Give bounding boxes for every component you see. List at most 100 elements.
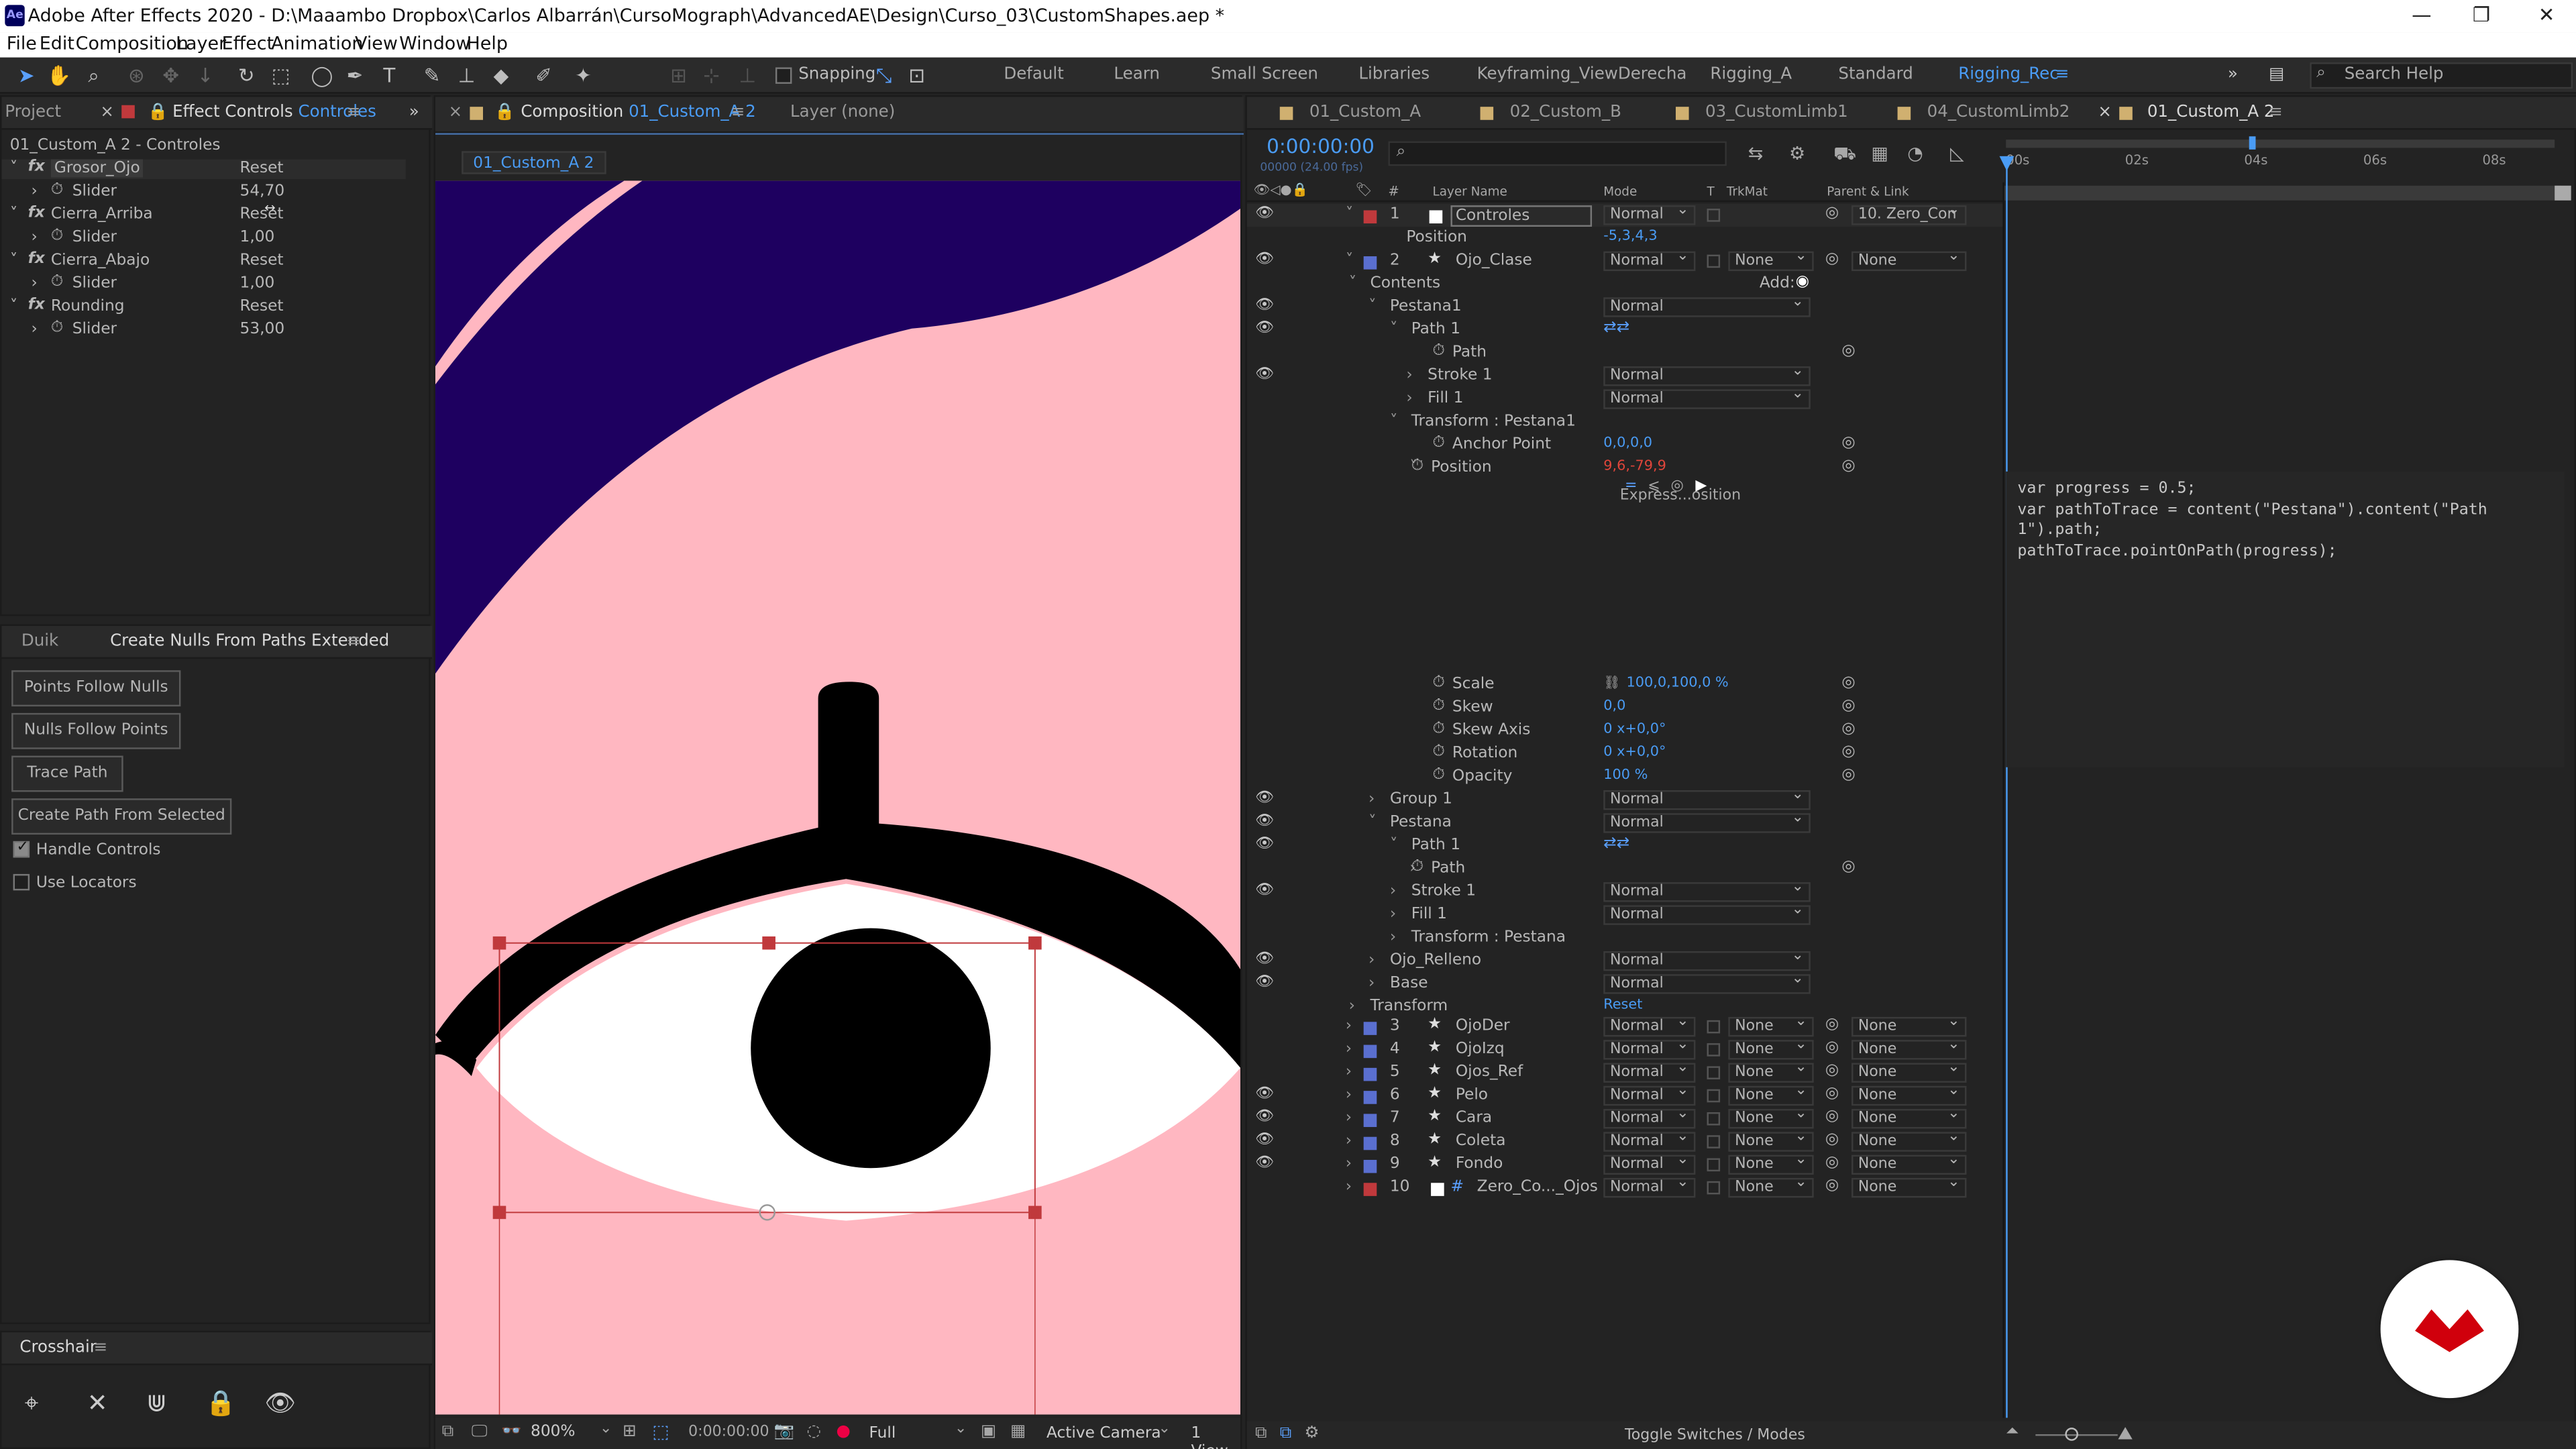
- blend-mode-dropdown[interactable]: Normal: [1603, 386, 1811, 409]
- handle-tr[interactable]: [1028, 936, 1042, 950]
- parent-pickwhip-icon[interactable]: ◎: [1825, 1176, 1839, 1194]
- stopwatch-icon[interactable]: ⏱: [1411, 857, 1424, 875]
- parent-dropdown[interactable]: None: [1851, 1106, 1967, 1129]
- effect-name[interactable]: Cierra_Abajo: [51, 252, 150, 270]
- menu-window[interactable]: Window: [399, 33, 470, 54]
- stopwatch-icon[interactable]: ⏱: [1433, 765, 1445, 784]
- property-value[interactable]: 0 x+0,0°: [1603, 721, 1666, 737]
- menu-effect[interactable]: Effect: [222, 33, 274, 54]
- layer-mode-dropdown[interactable]: Normal: [1603, 1128, 1696, 1152]
- property-value[interactable]: 9,6,-79,9: [1603, 458, 1666, 474]
- track-matte-dropdown[interactable]: None: [1728, 1175, 1814, 1198]
- layer-label-color[interactable]: [1363, 1091, 1377, 1104]
- toggle-switches-modes-button[interactable]: Toggle Switches / Modes: [1625, 1428, 1805, 1444]
- property-pickwhip-icon[interactable]: ◎: [1841, 743, 1855, 761]
- align-icon[interactable]: ⊞: [665, 62, 692, 89]
- type-tool-icon[interactable]: T: [376, 62, 402, 89]
- layer-switches-icon[interactable]: ⧉: [1255, 1424, 1267, 1442]
- preserve-transparency-toggle[interactable]: [1707, 1135, 1721, 1148]
- track-matte-dropdown[interactable]: None: [1728, 1014, 1814, 1037]
- lock-icon[interactable]: 🔒: [148, 103, 168, 121]
- layer-name-column[interactable]: Layer Name: [1433, 184, 1507, 199]
- property-expand-icon[interactable]: ˅: [1390, 413, 1398, 431]
- render-time-icon[interactable]: ⚙: [1305, 1424, 1320, 1442]
- tab-duik[interactable]: Duik: [21, 633, 58, 651]
- clone-stamp-tool-icon[interactable]: ⊥: [453, 62, 480, 89]
- crosshair-lock-icon[interactable]: 🔒: [205, 1388, 236, 1417]
- eraser-tool-icon[interactable]: ◆: [488, 62, 514, 89]
- close-timeline-tab-icon[interactable]: ×: [2098, 103, 2112, 121]
- layer-name[interactable]: Ojo_Clase: [1456, 252, 1532, 270]
- menu-edit[interactable]: Edit: [40, 33, 74, 54]
- close-tab-icon[interactable]: ×: [100, 103, 114, 121]
- stopwatch-icon[interactable]: ⏱: [1433, 341, 1445, 360]
- layer-name[interactable]: Pelo: [1456, 1086, 1488, 1104]
- visibility-eye-icon[interactable]: 👁: [1255, 882, 1274, 898]
- tab-composition[interactable]: Composition 01_Custom_A 2: [521, 103, 755, 121]
- pan-tool-icon[interactable]: ✥: [158, 62, 184, 89]
- property-value[interactable]: 0,0: [1603, 698, 1625, 714]
- layer-mode-dropdown[interactable]: Normal: [1603, 1060, 1696, 1083]
- tab-comp-active[interactable]: 01_Custom_A 2: [2147, 103, 2275, 121]
- visibility-eye-icon[interactable]: 👁: [1255, 321, 1274, 337]
- property-expand-icon[interactable]: ›: [1368, 790, 1375, 808]
- parent-pickwhip-icon[interactable]: ◎: [1825, 1084, 1839, 1102]
- property-value[interactable]: 0,0,0,0: [1603, 435, 1652, 451]
- comp-breadcrumb[interactable]: 01_Custom_A 2: [462, 151, 606, 174]
- pen-tool-icon[interactable]: ✒: [341, 62, 368, 89]
- fx-icon[interactable]: fx: [28, 158, 45, 176]
- distribute-icon[interactable]: ⊹: [698, 62, 724, 89]
- zoom-dropdown-icon[interactable]: ⌄: [600, 1421, 612, 1437]
- layer-name[interactable]: Cara: [1456, 1109, 1492, 1127]
- resolution-dropdown-icon[interactable]: ⌄: [955, 1421, 967, 1437]
- show-snapshot-icon[interactable]: ◌: [806, 1423, 820, 1441]
- monitor-icon[interactable]: 🖵: [472, 1423, 488, 1441]
- workspace-standard[interactable]: Standard: [1838, 66, 1913, 84]
- stopwatch-icon[interactable]: ⏱: [51, 273, 63, 291]
- workspace-small-screen[interactable]: Small Screen: [1211, 66, 1318, 84]
- points-follow-nulls-button[interactable]: Points Follow Nulls: [11, 670, 181, 707]
- camera-value[interactable]: Active Camera: [1046, 1424, 1161, 1442]
- workspace-keyframing[interactable]: Keyframing_ViewDerecha: [1477, 66, 1687, 84]
- draft-3d-icon[interactable]: ⚙: [1789, 143, 1805, 164]
- menu-help[interactable]: Help: [467, 33, 508, 54]
- zoom-slider-thumb[interactable]: [2065, 1428, 2078, 1441]
- property-expand-icon[interactable]: ›: [1390, 928, 1396, 947]
- stopwatch-icon[interactable]: ⏱: [51, 227, 63, 245]
- layer-label-color[interactable]: [1363, 1067, 1377, 1081]
- slider-value[interactable]: 1,00: [240, 228, 275, 246]
- fx-icon[interactable]: fx: [28, 250, 45, 268]
- layer-expand-icon[interactable]: ˅: [1346, 205, 1354, 223]
- constrain-proportions-icon[interactable]: ⛓: [1603, 676, 1620, 690]
- blend-mode-dropdown[interactable]: Normal: [1603, 363, 1811, 386]
- workspace-default[interactable]: Default: [1004, 66, 1064, 84]
- stopwatch-icon[interactable]: ⏱: [1433, 743, 1445, 761]
- layer-mode-dropdown[interactable]: Normal: [1603, 1036, 1696, 1060]
- add-content-icon[interactable]: ◉: [1796, 273, 1809, 291]
- property-value[interactable]: 100 %: [1603, 767, 1648, 784]
- property-expand-icon[interactable]: ›: [1406, 389, 1412, 407]
- property-pickwhip-icon[interactable]: ◎: [1841, 674, 1855, 692]
- roto-brush-tool-icon[interactable]: ✐: [531, 62, 557, 89]
- tab-layer[interactable]: Layer (none): [790, 103, 895, 121]
- track-matte-dropdown[interactable]: None: [1728, 1106, 1814, 1129]
- stopwatch-icon[interactable]: ⏱: [51, 319, 63, 337]
- tab-crosshair[interactable]: Crosshair: [19, 1339, 97, 1357]
- effect-expand-icon[interactable]: ˅: [10, 297, 18, 315]
- anchor-tool-icon[interactable]: ⬚: [268, 62, 294, 89]
- blend-mode-dropdown[interactable]: Normal: [1603, 787, 1811, 810]
- layer-name[interactable]: Coleta: [1456, 1132, 1506, 1150]
- puppet-tool-icon[interactable]: ✦: [570, 62, 596, 89]
- layer-label-color[interactable]: [1363, 1114, 1377, 1128]
- effect-expand-icon[interactable]: ˅: [10, 160, 18, 178]
- visibility-eye-icon[interactable]: 👁: [1255, 1132, 1274, 1148]
- navigator-bar[interactable]: [2002, 185, 2561, 201]
- selection-tool-icon[interactable]: ➤: [13, 62, 40, 89]
- handle-bl[interactable]: [492, 1205, 506, 1220]
- brush-tool-icon[interactable]: ✎: [419, 62, 445, 89]
- track-matte-dropdown[interactable]: None: [1728, 1083, 1814, 1106]
- layer-expand-icon[interactable]: ›: [1346, 1109, 1352, 1127]
- zoom-value[interactable]: 800%: [531, 1423, 576, 1441]
- crosshair-menu-icon[interactable]: ≡: [94, 1339, 108, 1357]
- property-expand-icon[interactable]: ˅: [1349, 274, 1357, 292]
